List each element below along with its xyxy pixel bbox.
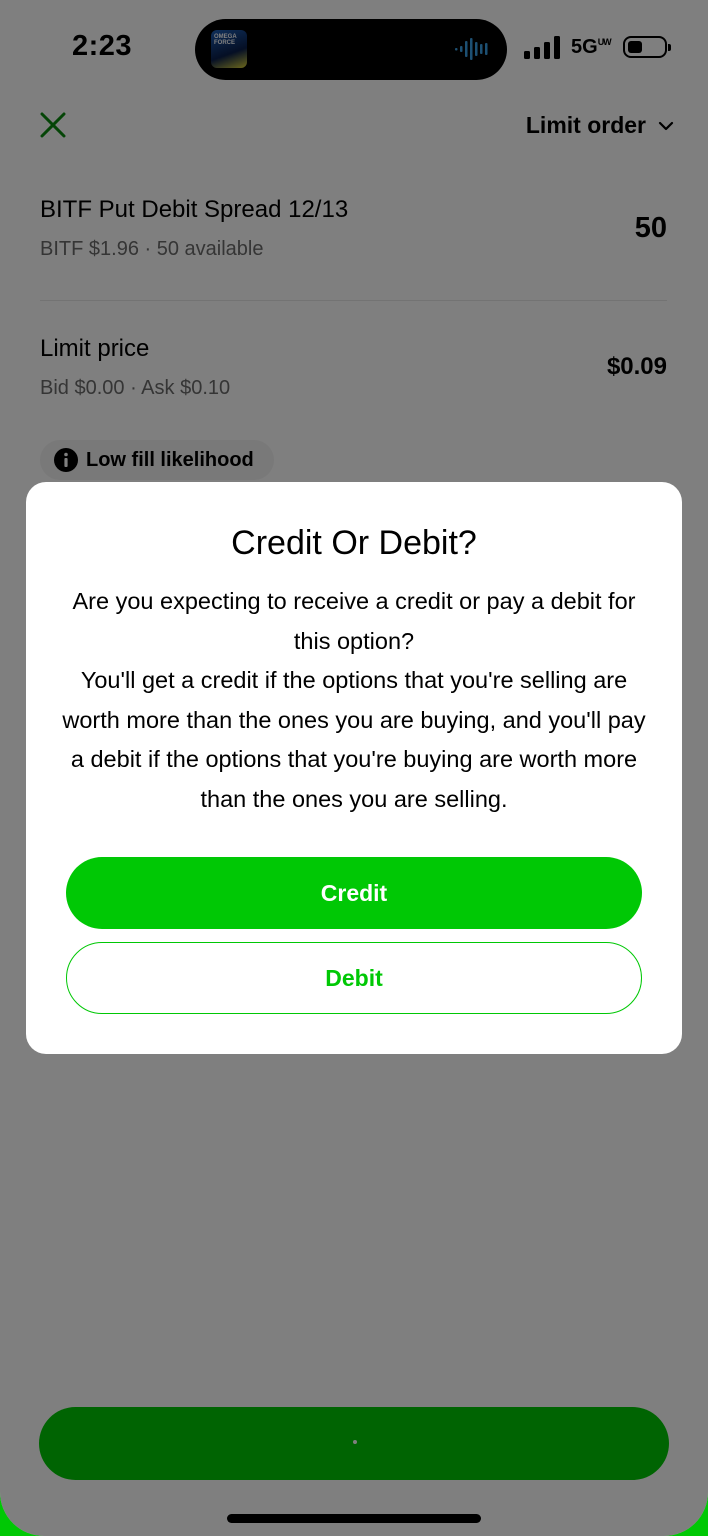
dialog-body-question: Are you expecting to receive a credit or… — [72, 588, 636, 654]
credit-button[interactable]: Credit — [66, 857, 642, 929]
dialog-body-explanation: You'll get a credit if the options that … — [62, 667, 646, 812]
debit-button[interactable]: Debit — [66, 942, 642, 1014]
credit-or-debit-dialog: Credit Or Debit? Are you expecting to re… — [26, 482, 682, 1054]
dialog-body: Are you expecting to receive a credit or… — [60, 582, 648, 819]
home-indicator[interactable] — [227, 1514, 481, 1523]
dialog-title: Credit Or Debit? — [231, 524, 477, 562]
